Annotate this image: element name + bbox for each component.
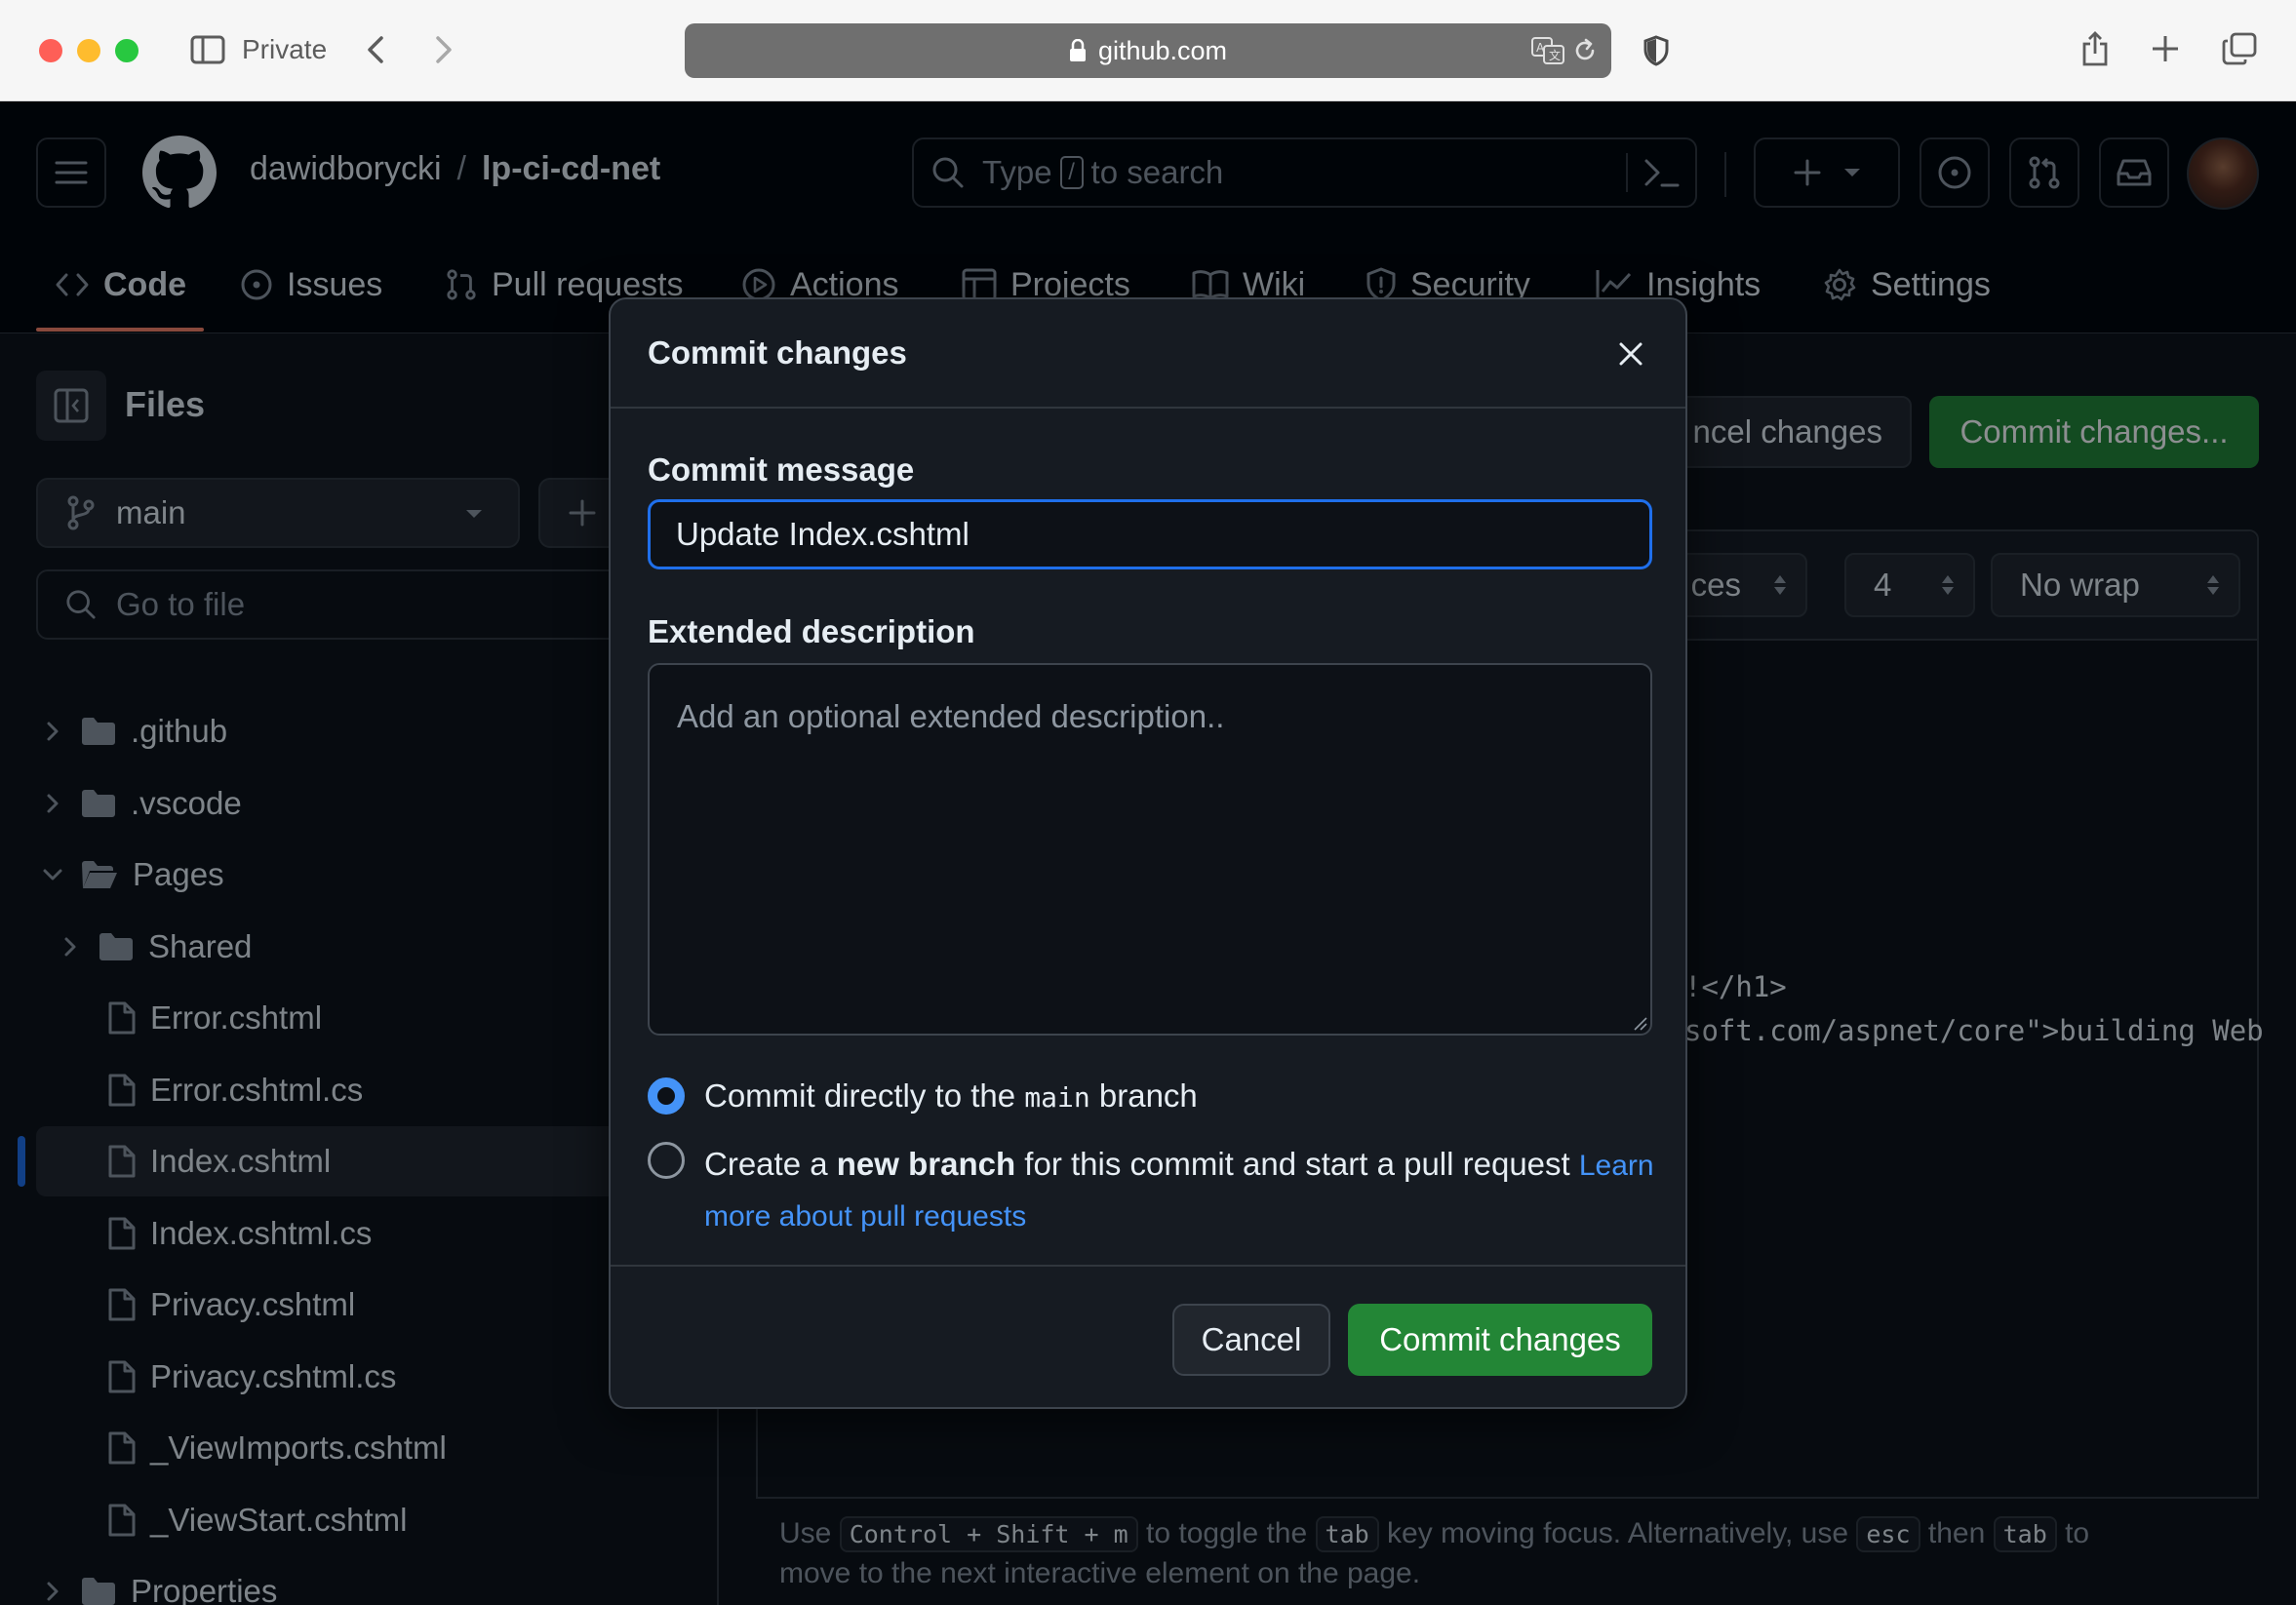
create-branch-option[interactable]: Create a new branch for this commit and …	[648, 1140, 1662, 1241]
minimize-window-button[interactable]	[77, 39, 100, 62]
commit-message-label: Commit message	[648, 451, 915, 488]
option-text: branch	[1098, 1077, 1198, 1114]
svg-text:文: 文	[1549, 48, 1561, 62]
option-text-bold: new branch	[836, 1146, 1016, 1182]
zoom-window-button[interactable]	[115, 39, 139, 62]
forward-icon[interactable]	[429, 29, 458, 70]
commit-changes-button[interactable]: Commit changes	[1348, 1304, 1652, 1376]
commit-message-input[interactable]	[648, 499, 1652, 569]
back-icon[interactable]	[361, 29, 390, 70]
close-icon	[1618, 341, 1643, 367]
resize-handle-icon[interactable]	[1633, 1016, 1648, 1032]
address-bar[interactable]: github.com A文	[685, 23, 1611, 78]
new-tab-icon[interactable]	[2148, 29, 2183, 68]
learn-more-link[interactable]: Learn	[1579, 1150, 1654, 1182]
sidebar-toggle-icon[interactable]	[189, 31, 226, 68]
commit-changes-dialog: Commit changes Commit message Extended d…	[609, 297, 1687, 1409]
create-branch-text: Create a new branch for this commit and …	[704, 1140, 1654, 1241]
translate-icon[interactable]: A文	[1531, 37, 1564, 64]
browser-toolbar: Private github.com A文	[0, 0, 2296, 101]
create-branch-radio[interactable]	[648, 1142, 685, 1179]
close-dialog-button[interactable]	[1611, 334, 1650, 373]
lock-icon	[1069, 39, 1087, 62]
tab-overview-icon[interactable]	[2220, 29, 2259, 68]
learn-more-link[interactable]: more about pull requests	[704, 1200, 1026, 1233]
url-text: github.com	[1097, 35, 1228, 65]
cancel-button[interactable]: Cancel	[1172, 1304, 1330, 1376]
dialog-title: Commit changes	[648, 334, 907, 371]
option-text: Create a	[704, 1146, 828, 1182]
dialog-footer: Cancel Commit changes	[611, 1265, 1685, 1409]
commit-directly-radio[interactable]	[648, 1077, 685, 1115]
extended-description-label: Extended description	[648, 613, 975, 649]
dialog-header: Commit changes	[611, 299, 1685, 409]
branch-name-code: main	[1024, 1081, 1090, 1114]
option-text: Commit directly to the	[704, 1077, 1016, 1114]
share-icon[interactable]	[2078, 27, 2113, 70]
commit-directly-text: Commit directly to the main branch	[704, 1076, 1198, 1118]
commit-changes-button-label: Commit changes	[1379, 1321, 1621, 1357]
option-text: for this commit and start a pull request	[1024, 1146, 1570, 1182]
svg-text:A: A	[1536, 41, 1545, 55]
cancel-button-label: Cancel	[1201, 1321, 1302, 1357]
extended-description-input[interactable]	[648, 663, 1652, 1036]
reload-icon[interactable]	[1572, 37, 1598, 64]
private-mode-label: Private	[242, 34, 328, 64]
shield-extension-icon[interactable]	[1639, 29, 1674, 72]
commit-directly-option[interactable]: Commit directly to the main branch	[648, 1076, 1198, 1118]
close-window-button[interactable]	[39, 39, 62, 62]
